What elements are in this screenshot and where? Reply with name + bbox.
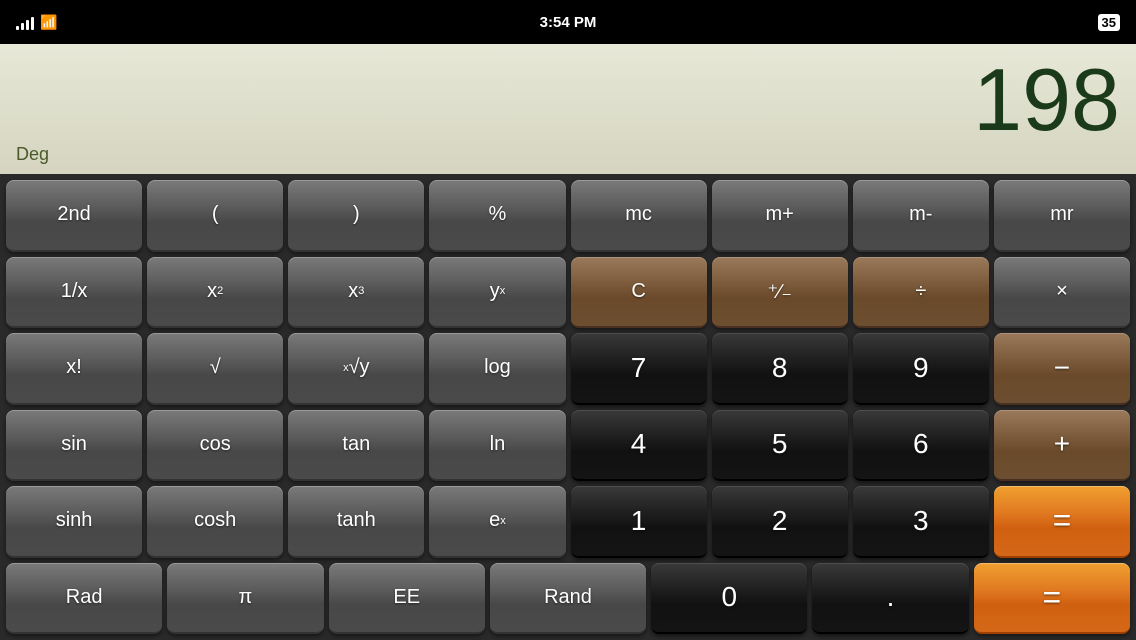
btn-tan[interactable]: tan [288,410,424,482]
btn-sqrt[interactable]: √ [147,333,283,405]
btn-yx[interactable]: yx [429,257,565,329]
btn-pi[interactable]: π [167,563,323,635]
btn-2[interactable]: 2 [712,486,848,558]
btn-9[interactable]: 9 [853,333,989,405]
btn-5[interactable]: 5 [712,410,848,482]
btn-rand[interactable]: Rand [490,563,646,635]
display-mode: Deg [16,144,1120,169]
btn-dot[interactable]: . [812,563,968,635]
button-row-1: 2nd ( ) % mc m+ m- mr [6,180,1130,252]
button-row-3: x! √ x√y log 7 8 9 − [6,333,1130,405]
btn-0[interactable]: 0 [651,563,807,635]
display-number: 198 [16,52,1120,144]
btn-8[interactable]: 8 [712,333,848,405]
btn-xfact[interactable]: x! [6,333,142,405]
btn-rparen[interactable]: ) [288,180,424,252]
btn-ee[interactable]: EE [329,563,485,635]
btn-7[interactable]: 7 [571,333,707,405]
btn-c[interactable]: C [571,257,707,329]
btn-1overx[interactable]: 1/x [6,257,142,329]
status-right: 35 [1098,14,1120,31]
btn-xrooty[interactable]: x√y [288,333,424,405]
btn-percent[interactable]: % [429,180,565,252]
btn-sinh[interactable]: sinh [6,486,142,558]
btn-minus[interactable]: − [994,333,1130,405]
btn-6[interactable]: 6 [853,410,989,482]
btn-plus[interactable]: + [994,410,1130,482]
btn-equals2[interactable]: = [974,563,1130,635]
btn-multiply[interactable]: × [994,257,1130,329]
btn-log[interactable]: log [429,333,565,405]
btn-ln[interactable]: ln [429,410,565,482]
calculator-body: 2nd ( ) % mc m+ m- mr 1/x x2 x3 yx C ⁺∕₋… [0,174,1136,640]
btn-mc[interactable]: mc [571,180,707,252]
status-time: 3:54 PM [540,14,597,31]
btn-ex[interactable]: ex [429,486,565,558]
btn-equals[interactable]: = [994,486,1130,558]
button-row-4: sin cos tan ln 4 5 6 + [6,410,1130,482]
button-row-5: sinh cosh tanh ex 1 2 3 = [6,486,1130,558]
btn-lparen[interactable]: ( [147,180,283,252]
btn-tanh[interactable]: tanh [288,486,424,558]
btn-mminus[interactable]: m- [853,180,989,252]
battery-level: 35 [1098,14,1120,31]
btn-divide[interactable]: ÷ [853,257,989,329]
wifi-icon: 📶 [40,14,57,31]
button-row-2: 1/x x2 x3 yx C ⁺∕₋ ÷ × [6,257,1130,329]
btn-sin[interactable]: sin [6,410,142,482]
button-row-6: Rad π EE Rand 0 . = [6,563,1130,635]
btn-3[interactable]: 3 [853,486,989,558]
status-bar: 📶 3:54 PM 35 [0,0,1136,44]
btn-mplus[interactable]: m+ [712,180,848,252]
btn-2nd[interactable]: 2nd [6,180,142,252]
btn-4[interactable]: 4 [571,410,707,482]
btn-1[interactable]: 1 [571,486,707,558]
btn-cos[interactable]: cos [147,410,283,482]
btn-rad[interactable]: Rad [6,563,162,635]
calculator-display: 198 Deg [0,44,1136,174]
btn-mr[interactable]: mr [994,180,1130,252]
btn-x3[interactable]: x3 [288,257,424,329]
btn-plusminus[interactable]: ⁺∕₋ [712,257,848,329]
signal-bars-icon [16,14,34,30]
status-left: 📶 [16,14,57,31]
btn-x2[interactable]: x2 [147,257,283,329]
btn-cosh[interactable]: cosh [147,486,283,558]
